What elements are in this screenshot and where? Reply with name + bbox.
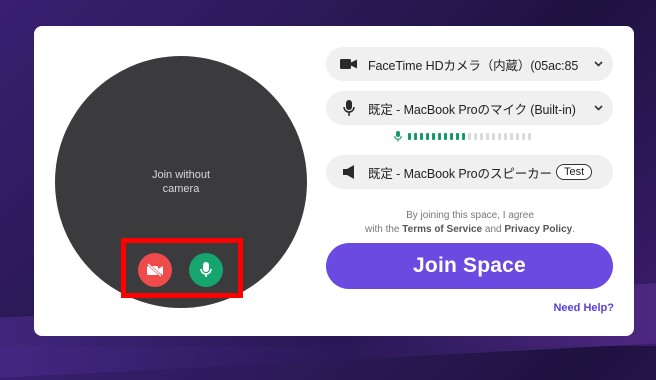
mic-level-bar	[444, 132, 447, 140]
camera-select-value: FaceTime HDカメラ（内蔵）(05ac:85	[368, 58, 579, 73]
microphone-icon	[340, 99, 358, 117]
mic-level-bar	[426, 132, 429, 140]
join-space-button[interactable]: Join Space	[326, 243, 613, 289]
speaker-select[interactable]: 既定 - MacBook Proのスピーカー Test	[326, 155, 613, 189]
mic-level-bar	[498, 132, 501, 140]
need-help-link[interactable]: Need Help?	[553, 302, 614, 314]
mic-level-bar	[414, 132, 417, 140]
camera-select[interactable]: FaceTime HDカメラ（内蔵）(05ac:85	[326, 47, 613, 81]
mic-level-bar	[516, 132, 519, 140]
mic-level-bar	[522, 132, 525, 140]
mic-level-bar	[480, 132, 483, 140]
privacy-policy-link[interactable]: Privacy Policy	[504, 224, 572, 235]
microphone-select-value: 既定 - MacBook Proのマイク (Built-in)	[368, 102, 576, 117]
mic-level-bar	[408, 132, 411, 140]
mic-level-meter	[394, 130, 531, 141]
agreement-and: and	[482, 224, 505, 235]
toggle-camera-button[interactable]	[138, 253, 172, 287]
microphone-level-icon	[394, 130, 402, 141]
chevron-down-icon	[593, 61, 603, 67]
mic-level-bars	[408, 132, 531, 140]
mic-level-bar	[486, 132, 489, 140]
mic-level-bar	[492, 132, 495, 140]
mic-level-bar	[456, 132, 459, 140]
mic-level-bar	[504, 132, 507, 140]
preview-line-2: camera	[162, 183, 200, 195]
video-camera-icon	[340, 55, 358, 73]
mic-level-bar	[528, 132, 531, 140]
preview-message: Join without camera	[55, 168, 307, 196]
mic-level-bar	[420, 132, 423, 140]
mic-level-bar	[438, 132, 441, 140]
camera-off-icon	[147, 263, 163, 277]
mic-level-bar	[432, 132, 435, 140]
microphone-select[interactable]: 既定 - MacBook Proのマイク (Built-in)	[326, 91, 613, 125]
toggle-microphone-button[interactable]	[189, 253, 223, 287]
speaker-icon	[340, 163, 358, 181]
mic-level-bar	[474, 132, 477, 140]
microphone-icon	[200, 262, 212, 277]
mic-level-bar	[510, 132, 513, 140]
preview-line-1: Join without	[151, 169, 211, 181]
test-speaker-button[interactable]: Test	[555, 164, 593, 180]
mic-level-bar	[468, 132, 471, 140]
agreement-line-2: with the Terms of Service and Privacy Po…	[330, 223, 610, 237]
agreement-prefix: with the	[365, 224, 403, 235]
chevron-down-icon	[593, 105, 603, 111]
agreement-text: By joining this space, I agree with the …	[330, 209, 610, 237]
speaker-select-value: 既定 - MacBook Proのスピーカー	[368, 166, 552, 181]
agreement-suffix: .	[572, 224, 575, 235]
mic-level-bar	[450, 132, 453, 140]
mic-level-bar	[462, 132, 465, 140]
terms-of-service-link[interactable]: Terms of Service	[402, 224, 482, 235]
agreement-line-1: By joining this space, I agree	[406, 210, 534, 221]
